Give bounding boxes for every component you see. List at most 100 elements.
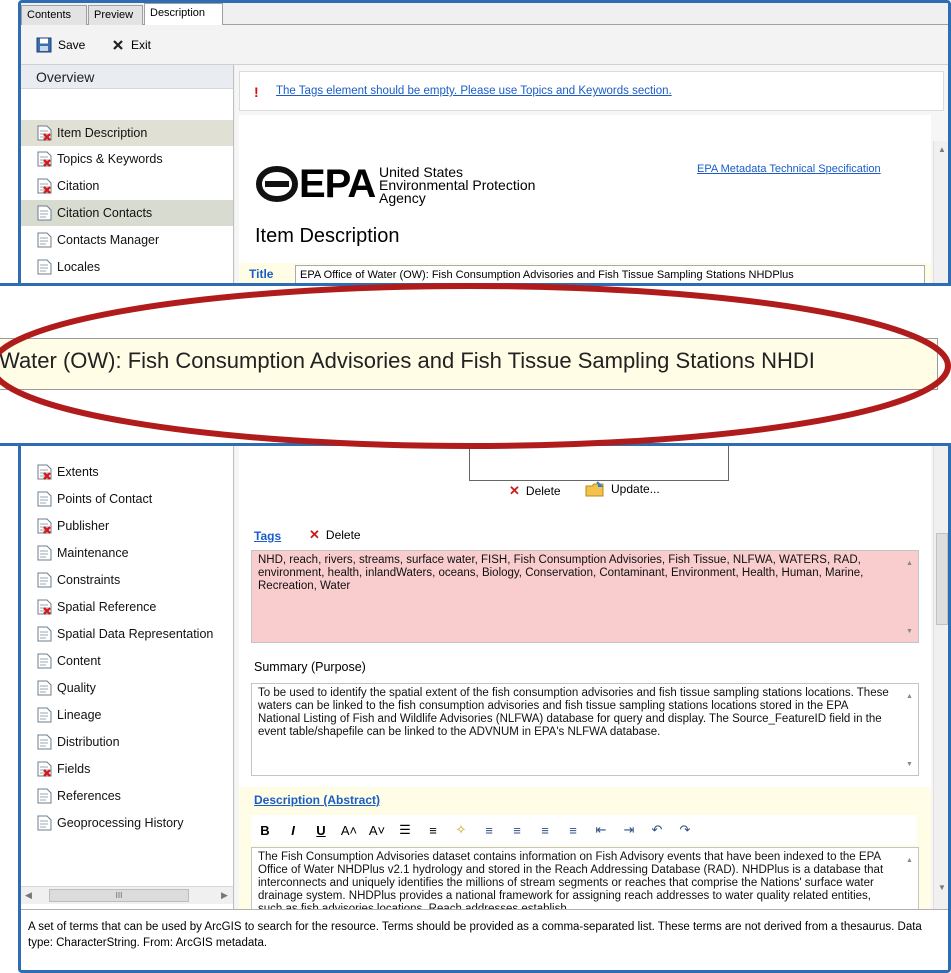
rte-button-4[interactable]: A˅ — [363, 823, 391, 838]
sidebar-item-label: Quality — [57, 681, 96, 695]
summary-scrollbar[interactable]: ▲ ▼ — [901, 684, 918, 775]
sidebar-item-label: Citation — [57, 179, 100, 193]
sidebar-item-references[interactable]: References — [21, 783, 233, 809]
rte-button-9[interactable]: ≡ — [503, 823, 531, 838]
page-icon — [37, 259, 52, 275]
thumbnail-delete-label: Delete — [525, 484, 561, 498]
rte-button-13[interactable]: ⇥ — [615, 822, 643, 838]
sidebar-item-label: References — [57, 789, 121, 803]
sidebar-item-publisher[interactable]: Publisher — [21, 513, 233, 539]
summary-value: To be used to identify the spatial exten… — [258, 687, 889, 738]
tab-strip: Contents Preview Description — [21, 3, 948, 26]
page-icon — [37, 572, 52, 588]
page-icon — [37, 491, 52, 507]
page-error-icon — [37, 464, 52, 480]
rte-button-6[interactable]: ≡ — [419, 823, 447, 838]
summary-field[interactable]: To be used to identify the spatial exten… — [251, 683, 919, 776]
epa-logo-text: EPA — [299, 162, 376, 206]
sidebar-item-label: Extents — [57, 465, 99, 479]
scroll-thumb[interactable]: III — [49, 889, 189, 902]
description-label[interactable]: Description (Abstract) — [254, 793, 380, 807]
page-icon — [37, 734, 52, 750]
tags-delete-button[interactable]: ✕ Delete — [309, 527, 361, 543]
title-field[interactable]: EPA Office of Water (OW): Fish Consumpti… — [295, 265, 925, 285]
sidebar-item-label: Item Description — [57, 126, 148, 140]
sidebar-item-points-of-contact[interactable]: Points of Contact — [21, 486, 233, 512]
page-error-icon — [37, 151, 52, 167]
description-field[interactable]: The Fish Consumption Advisories dataset … — [251, 847, 919, 909]
sidebar: Overview Item Description Topics & Keywor… — [21, 65, 234, 909]
summary-label: Summary (Purpose) — [254, 660, 366, 674]
sidebar-item-content[interactable]: Content — [21, 648, 233, 674]
page-icon — [37, 205, 52, 221]
sidebar-item-geoprocessing-history[interactable]: Geoprocessing History — [21, 810, 233, 836]
sidebar-item-label: Citation Contacts — [57, 206, 153, 220]
thumbnail-update-button[interactable]: Update... — [585, 481, 660, 497]
rte-button-3[interactable]: A˄ — [335, 823, 363, 838]
help-text: A set of terms that can be used by ArcGI… — [28, 921, 922, 949]
scroll-thumb[interactable] — [936, 533, 948, 625]
tags-field[interactable]: NHD, reach, rivers, streams, surface wat… — [251, 550, 919, 643]
sidebar-item-locales[interactable]: Locales — [21, 254, 233, 280]
rte-button-15[interactable]: ↷ — [671, 822, 699, 838]
sidebar-item-lineage[interactable]: Lineage — [21, 702, 233, 728]
sidebar-item-distribution[interactable]: Distribution — [21, 729, 233, 755]
save-button[interactable]: Save — [36, 35, 85, 55]
sidebar-item-citation-contacts[interactable]: Citation Contacts — [21, 200, 233, 226]
rte-button-5[interactable]: ☰ — [391, 822, 419, 838]
sidebar-item-extents[interactable]: Extents — [21, 459, 233, 485]
title-label: Title — [249, 267, 274, 281]
toolbar: Save Exit — [21, 25, 948, 65]
tab-contents[interactable]: Contents — [21, 5, 87, 25]
rte-button-7[interactable]: ✧ — [447, 822, 475, 838]
sidebar-item-label: Spatial Reference — [57, 600, 157, 614]
warning-link[interactable]: The Tags element should be empty. Please… — [276, 85, 672, 97]
sidebar-item-label: Content — [57, 654, 101, 668]
rte-button-12[interactable]: ⇤ — [587, 822, 615, 838]
exit-label: Exit — [131, 38, 152, 52]
thumbnail-update-label: Update... — [611, 482, 660, 496]
sidebar-item-spatial-reference[interactable]: Spatial Reference — [21, 594, 233, 620]
sidebar-item-label: Publisher — [57, 519, 110, 533]
sidebar-item-label: Geoprocessing History — [57, 816, 184, 830]
rte-button-1[interactable]: I — [279, 823, 307, 838]
description-value: The Fish Consumption Advisories dataset … — [258, 851, 884, 909]
horizontal-scrollbar[interactable]: ◀ III ▶ — [21, 886, 233, 904]
sidebar-item-label: Distribution — [57, 735, 120, 749]
rte-button-0[interactable]: B — [251, 823, 279, 838]
sidebar-item-citation[interactable]: Citation — [21, 173, 233, 199]
tab-preview[interactable]: Preview — [88, 5, 143, 25]
description-scrollbar[interactable]: ▲ — [901, 848, 918, 909]
sidebar-item-label: Points of Contact — [57, 492, 153, 506]
rte-button-8[interactable]: ≡ — [475, 823, 503, 838]
tags-label[interactable]: Tags — [254, 529, 281, 543]
page-error-icon — [37, 518, 52, 534]
sidebar-item-contacts-manager[interactable]: Contacts Manager — [21, 227, 233, 253]
rte-button-14[interactable]: ↶ — [643, 822, 671, 838]
sidebar-item-topics-keywords[interactable]: Topics & Keywords — [21, 146, 233, 172]
rte-button-2[interactable]: U — [307, 823, 335, 838]
epa-logo-icon — [255, 166, 299, 202]
page-error-icon — [37, 761, 52, 777]
rte-button-10[interactable]: ≡ — [531, 823, 559, 838]
zoomed-title-field: Water (OW): Fish Consumption Advisories … — [0, 338, 938, 390]
close-icon — [113, 40, 123, 50]
page-icon — [37, 653, 52, 669]
sidebar-item-spatial-data-representation[interactable]: Spatial Data Representation — [21, 621, 233, 647]
sidebar-item-quality[interactable]: Quality — [21, 675, 233, 701]
sidebar-item-item-description[interactable]: Item Description — [21, 120, 233, 146]
sidebar-item-fields[interactable]: Fields — [21, 756, 233, 782]
sidebar-item-constraints[interactable]: Constraints — [21, 567, 233, 593]
sidebar-item-maintenance[interactable]: Maintenance — [21, 540, 233, 566]
sidebar-item-label: Lineage — [57, 708, 102, 722]
tags-scrollbar[interactable]: ▲ ▼ — [901, 551, 918, 642]
vertical-scrollbar[interactable]: ▲ ▼ — [933, 141, 948, 909]
epa-spec-link[interactable]: EPA Metadata Technical Specification — [697, 163, 881, 175]
sidebar-item-label: Topics & Keywords — [57, 152, 163, 166]
tab-description[interactable]: Description — [144, 3, 223, 26]
warning-bar: ! The Tags element should be empty. Plea… — [239, 71, 944, 111]
help-text-bar: A set of terms that can be used by ArcGI… — [21, 909, 948, 970]
thumbnail-delete-button[interactable]: ✕ Delete — [509, 483, 561, 499]
exit-button[interactable]: Exit — [111, 35, 151, 55]
rte-button-11[interactable]: ≡ — [559, 823, 587, 838]
